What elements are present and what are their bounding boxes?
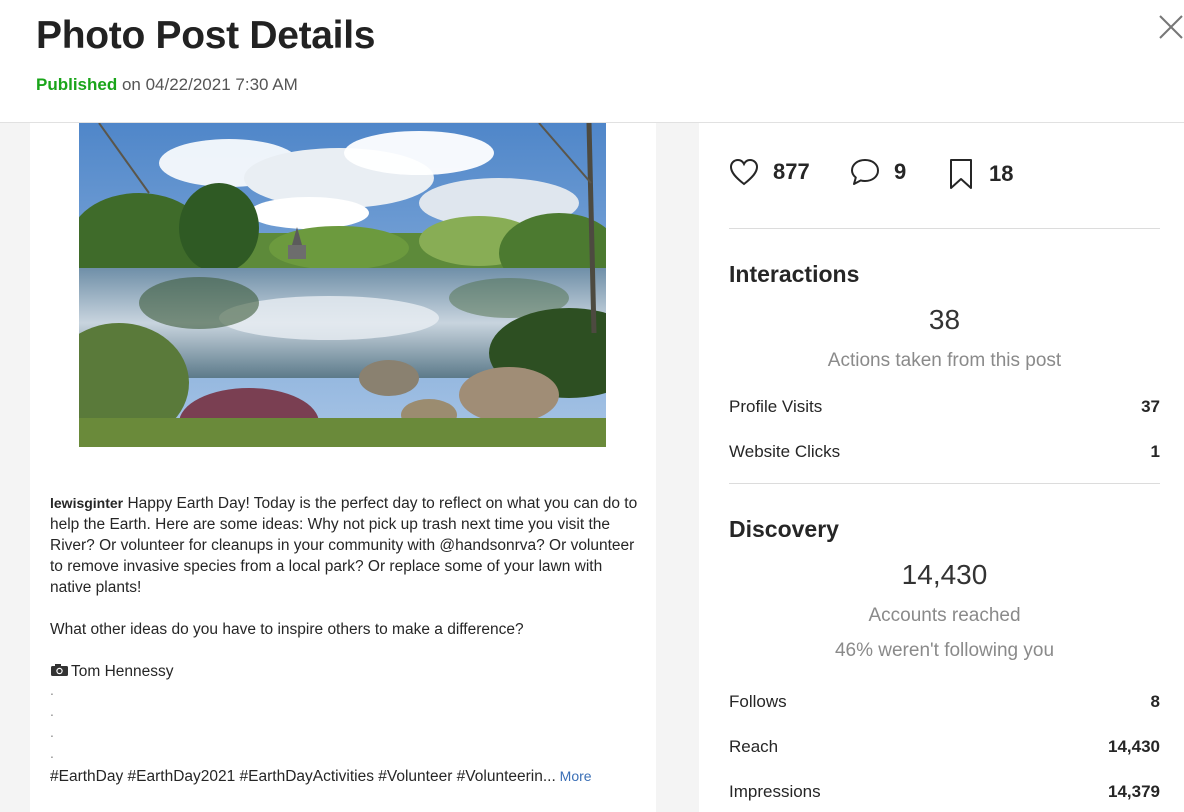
metric-label: Impressions [729, 782, 821, 801]
metric-row-impressions: Impressions 14,379 [729, 782, 1160, 802]
page-title: Photo Post Details [36, 14, 376, 57]
metric-row-reach: Reach 14,430 [729, 737, 1160, 757]
post-photo [79, 123, 606, 447]
hashtags: #EarthDay #EarthDay2021 #EarthDayActivit… [50, 768, 556, 785]
metric-value: 1 [1150, 442, 1160, 461]
metric-value: 37 [1141, 397, 1160, 416]
discovery-subtitle: Accounts reached [868, 605, 1021, 626]
caption-dot: . [50, 682, 54, 698]
interactions-subtitle: Actions taken from this post [827, 350, 1062, 371]
status-badge: Published [36, 75, 118, 94]
metric-label: Profile Visits [729, 397, 823, 416]
metric-label: Follows [729, 692, 787, 711]
saves-stat: 18 [947, 158, 1013, 190]
divider [729, 228, 1160, 229]
caption-dot: . [50, 703, 54, 719]
publish-date: on 04/22/2021 7:30 AM [117, 75, 298, 94]
camera-icon [51, 664, 68, 676]
metric-value: 14,430 [1108, 737, 1160, 756]
likes-stat: 877 [729, 158, 810, 186]
post-caption: lewisginter Happy Earth Day! Today is th… [50, 493, 640, 787]
metric-value: 14,379 [1108, 782, 1160, 801]
interactions-total: 38 [928, 304, 961, 335]
likes-count: 877 [773, 159, 810, 184]
caption-gap [50, 640, 640, 661]
photo-credit-line: Tom Hennessy [50, 661, 640, 682]
divider [729, 483, 1160, 484]
metric-row-profile-visits: Profile Visits 37 [729, 397, 1160, 417]
caption-question: What other ideas do you have to inspire … [50, 621, 524, 638]
publish-info: Published on 04/22/2021 7:30 AM [36, 75, 298, 95]
comment-icon [851, 159, 879, 185]
saves-count: 18 [989, 161, 1014, 186]
caption-text: Happy Earth Day! Today is the perfect da… [50, 495, 638, 596]
more-link[interactable]: More [556, 768, 592, 784]
metric-row-website-clicks: Website Clicks 1 [729, 442, 1160, 462]
metric-label: Website Clicks [729, 442, 841, 461]
bookmark-icon [950, 159, 972, 189]
caption-gap [50, 598, 640, 619]
caption-main: lewisginter Happy Earth Day! Today is th… [50, 493, 640, 598]
modal-header: Photo Post Details Published on 04/22/20… [0, 0, 1184, 123]
hashtags-line: #EarthDay #EarthDay2021 #EarthDayActivit… [50, 766, 640, 787]
metric-row-follows: Follows 8 [729, 692, 1160, 712]
discovery-note: 46% weren't following you [834, 640, 1055, 661]
interactions-title: Interactions [729, 261, 860, 287]
comments-stat: 9 [850, 158, 906, 186]
metric-label: Reach [729, 737, 779, 756]
close-icon[interactable] [1158, 14, 1184, 40]
caption-dot: . [50, 745, 54, 761]
discovery-title: Discovery [729, 516, 839, 542]
discovery-total: 14,430 [901, 559, 988, 590]
metric-value: 8 [1150, 692, 1160, 711]
post-username[interactable]: lewisginter [50, 495, 123, 511]
heart-icon [729, 158, 759, 186]
comments-count: 9 [894, 159, 907, 184]
photo-credit: Tom Hennessy [71, 663, 174, 680]
caption-dot: . [50, 724, 54, 740]
